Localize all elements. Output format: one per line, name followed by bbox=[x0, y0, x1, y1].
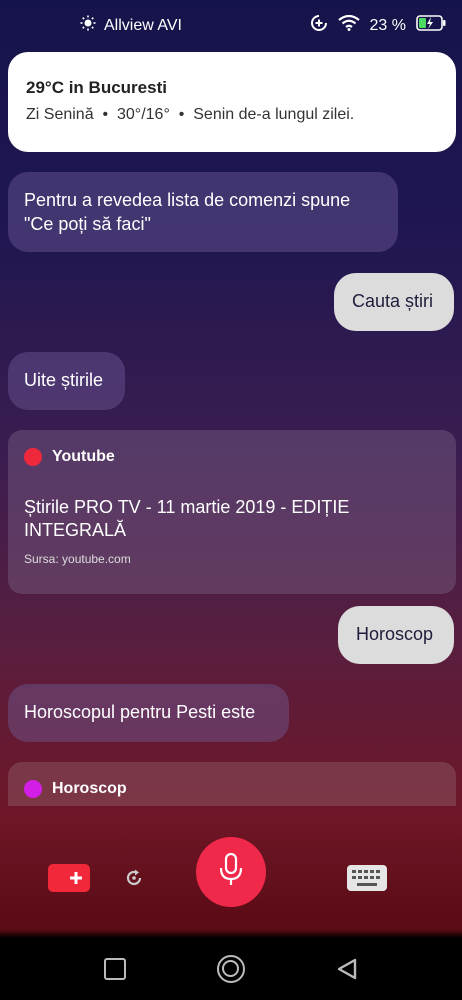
user-message: Horoscop bbox=[338, 606, 454, 664]
weather-summary: Zi Senină bbox=[26, 106, 94, 123]
youtube-add-icon[interactable] bbox=[48, 864, 90, 892]
horoscope-dot-icon bbox=[24, 780, 42, 798]
user-message-text: Cauta știri bbox=[352, 291, 434, 311]
horoscope-source: Horoscop bbox=[52, 780, 127, 797]
news-source-url: Sursa: youtube.com bbox=[24, 552, 131, 566]
back-button[interactable] bbox=[336, 958, 358, 980]
bot-message-intro: Pentru a revedea lista de comenzi spune … bbox=[8, 172, 398, 252]
news-card[interactable]: Youtube Știrile PRO TV - 11 martie 2019 … bbox=[8, 430, 456, 594]
user-message-text: Horoscop bbox=[356, 624, 434, 644]
weather-detail: Senin de-a lungul zilei. bbox=[193, 106, 355, 123]
mic-button[interactable] bbox=[196, 837, 266, 907]
horoscope-card[interactable]: Horoscop bbox=[8, 762, 456, 806]
assistant-toolbar bbox=[0, 830, 462, 930]
battery-label: 23 % bbox=[369, 16, 406, 34]
brightness-icon bbox=[80, 15, 96, 36]
bot-message-text: Uite știrile bbox=[24, 370, 104, 390]
recents-button[interactable] bbox=[104, 958, 126, 980]
news-source: Youtube bbox=[52, 448, 115, 465]
news-source-row: Youtube bbox=[24, 448, 440, 466]
status-bar: Allview AVI 23 % bbox=[0, 0, 462, 48]
navigation-bar bbox=[0, 938, 462, 1000]
microphone-icon bbox=[218, 852, 244, 892]
horoscope-source-row: Horoscop bbox=[24, 780, 440, 798]
news-title[interactable]: Știrile PRO TV - 11 martie 2019 - EDIȚIE… bbox=[24, 496, 440, 542]
battery-icon bbox=[416, 15, 446, 36]
refresh-icon[interactable] bbox=[124, 868, 144, 888]
youtube-dot-icon bbox=[24, 448, 42, 466]
user-message: Cauta știri bbox=[334, 273, 454, 331]
keyboard-icon[interactable] bbox=[346, 864, 388, 892]
bot-message-text: Pentru a revedea lista de comenzi spune … bbox=[24, 190, 351, 234]
weather-details: Zi Senină • 30°/16° • Senin de-a lungul … bbox=[26, 106, 438, 124]
bot-message: Uite știrile bbox=[8, 352, 125, 410]
wifi-icon bbox=[337, 14, 360, 36]
weather-separator: • bbox=[174, 106, 189, 123]
status-right: 23 % bbox=[310, 14, 446, 37]
status-left: Allview AVI bbox=[80, 15, 182, 36]
home-inner-icon bbox=[222, 960, 239, 977]
carrier-label: Allview AVI bbox=[104, 16, 182, 34]
home-button[interactable] bbox=[217, 955, 245, 983]
bot-message-text: Horoscopul pentru Pesti este bbox=[24, 702, 256, 722]
data-saver-icon bbox=[310, 14, 328, 37]
weather-title: 29°C in Bucuresti bbox=[26, 78, 167, 97]
weather-separator: • bbox=[98, 106, 113, 123]
weather-card[interactable]: 29°C in Bucuresti Zi Senină • 30°/16° • … bbox=[8, 52, 456, 152]
bot-message: Horoscopul pentru Pesti este bbox=[8, 684, 289, 742]
weather-range: 30°/16° bbox=[117, 106, 170, 123]
